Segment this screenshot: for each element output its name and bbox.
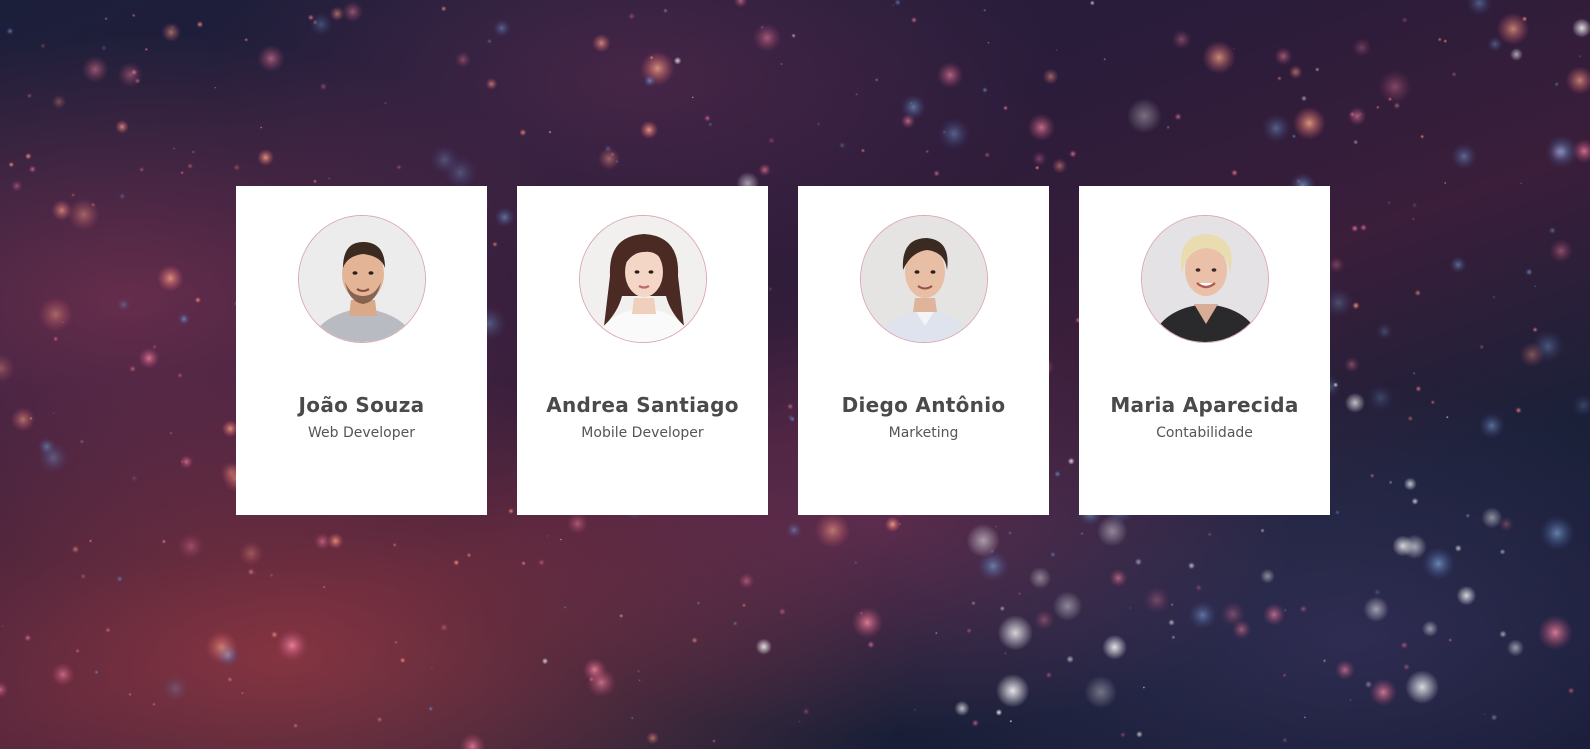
member-name: Diego Antônio	[841, 393, 1006, 417]
member-role: Marketing	[888, 425, 959, 441]
team-card-joao: João Souza Web Developer	[236, 186, 487, 515]
avatar	[297, 215, 426, 343]
member-role: Web Developer	[308, 425, 415, 441]
member-name: João Souza	[298, 393, 425, 417]
avatar	[578, 215, 707, 343]
page-background: João Souza Web Developer Andrea Santiago	[0, 0, 1590, 749]
woman-avatar-icon	[1141, 216, 1268, 342]
team-card-andrea: Andrea Santiago Mobile Developer	[517, 186, 768, 515]
man-avatar-icon	[860, 216, 987, 342]
team-card-maria: Maria Aparecida Contabilidade	[1079, 186, 1330, 515]
woman-avatar-icon	[579, 216, 706, 342]
avatar	[859, 215, 988, 343]
member-name: Andrea Santiago	[546, 393, 739, 417]
man-avatar-icon	[298, 216, 425, 342]
avatar	[1140, 215, 1269, 343]
member-role: Contabilidade	[1156, 425, 1253, 441]
member-name: Maria Aparecida	[1110, 393, 1299, 417]
team-cards: João Souza Web Developer Andrea Santiago	[236, 186, 1330, 515]
member-role: Mobile Developer	[581, 425, 704, 441]
team-card-diego: Diego Antônio Marketing	[798, 186, 1049, 515]
